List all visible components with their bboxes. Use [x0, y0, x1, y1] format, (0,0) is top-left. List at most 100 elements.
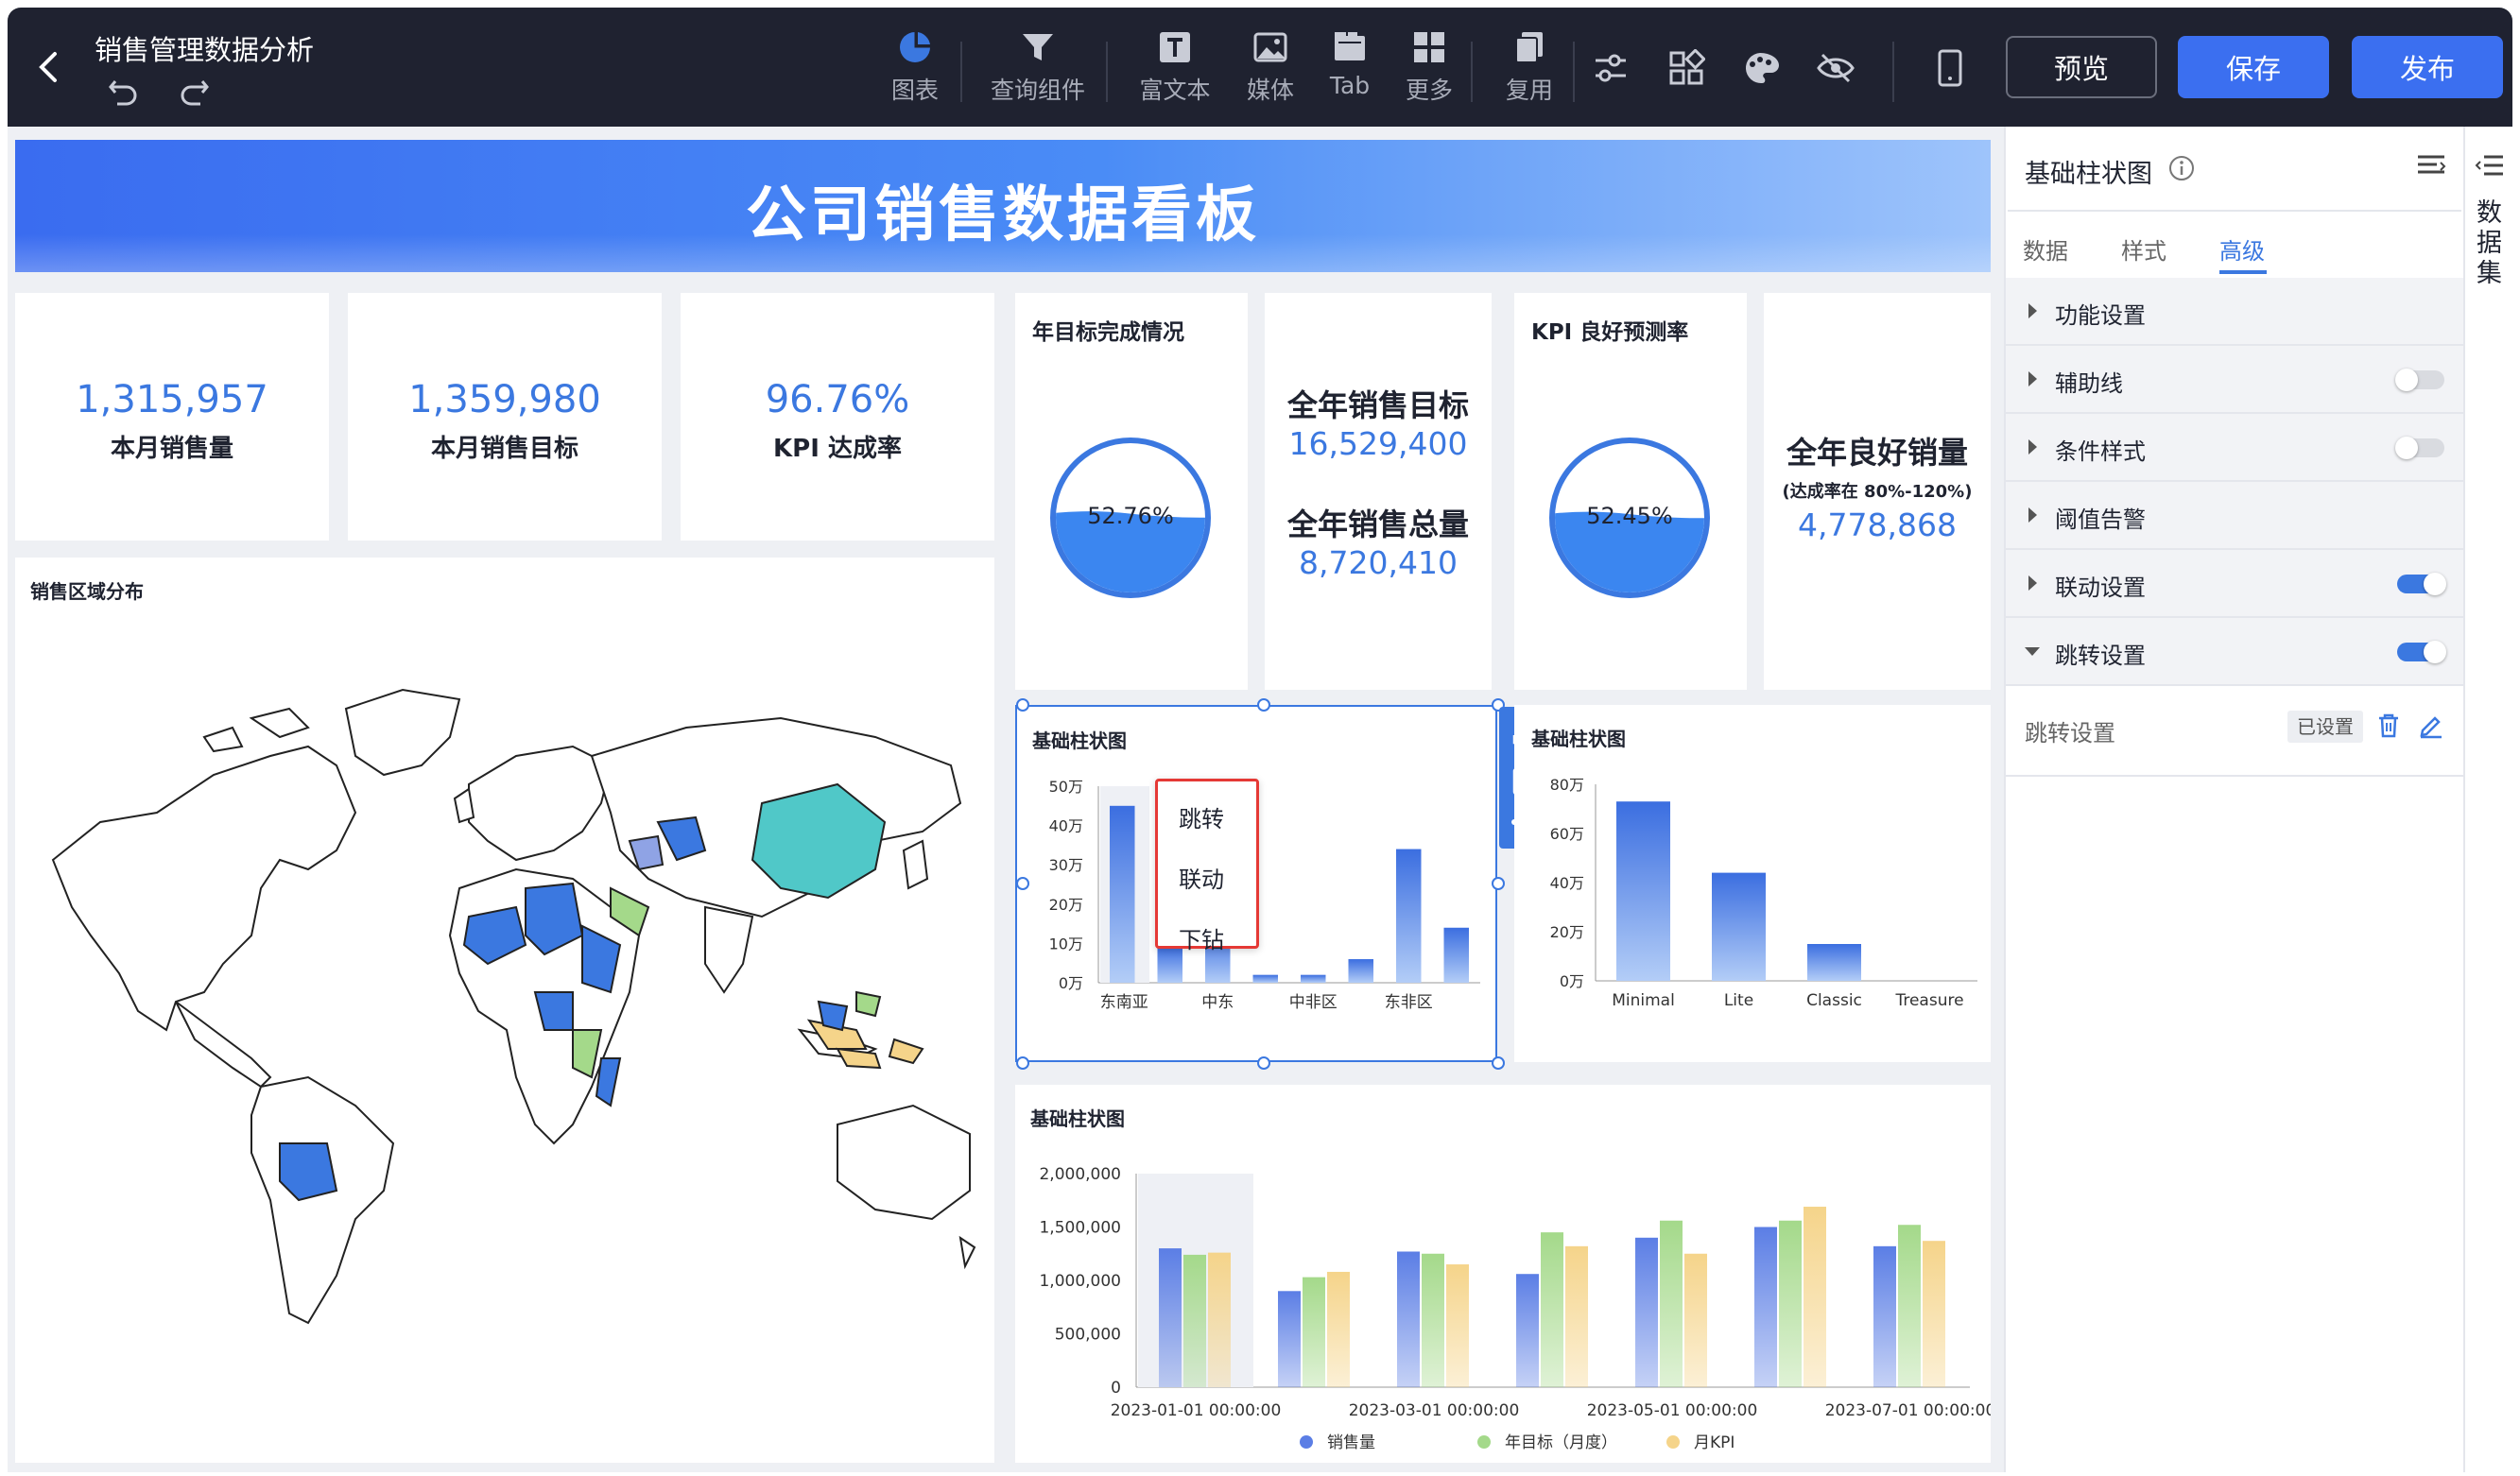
toolbar-chart[interactable]: 图表	[877, 28, 953, 113]
legend-marker	[1300, 1435, 1313, 1449]
resize-handle[interactable]	[1016, 698, 1029, 712]
kpi-label: KPI 达成率	[773, 435, 902, 463]
tab-advanced[interactable]: 高级	[2219, 232, 2265, 266]
publish-button[interactable]: 发布	[2352, 36, 2503, 98]
toolbar-richtext[interactable]: 富文本	[1132, 28, 1217, 113]
menu-item-link[interactable]: 联动	[1179, 861, 1224, 894]
bar-chart-monthly-card[interactable]: 基础柱状图 0 500,000 1,000,000 1,500,000 2,000,00…	[1015, 1085, 1991, 1463]
y-tick-label: 0	[1111, 1379, 1121, 1398]
save-button[interactable]: 保存	[2178, 36, 2329, 98]
y-tick-label: 500,000	[1055, 1326, 1121, 1345]
y-tick-label: 20万	[1049, 896, 1083, 914]
gauge-card-target[interactable]: 年目标完成情况 52.76%	[1015, 293, 1248, 690]
resize-handle[interactable]	[1257, 1056, 1270, 1070]
section-label: 跳转设置	[2055, 643, 2146, 669]
section-threshold-alert[interactable]: 阈值告警	[2006, 482, 2463, 550]
collapse-panel-icon[interactable]	[2416, 153, 2446, 183]
toolbar-tab-label: Tab	[1329, 72, 1371, 99]
bar	[1660, 1220, 1683, 1387]
tab-style[interactable]: 样式	[2121, 232, 2166, 266]
resize-handle[interactable]	[1257, 698, 1270, 712]
redo-icon[interactable]	[178, 76, 210, 110]
bar	[1327, 1271, 1350, 1387]
toggle-jump[interactable]	[2397, 641, 2446, 663]
jump-settings-label: 跳转设置	[2025, 720, 2115, 747]
back-icon[interactable]	[36, 51, 60, 87]
menu-item-jump[interactable]: 跳转	[1179, 800, 1224, 833]
toggle-linkage[interactable]	[2397, 573, 2446, 595]
dataset-rail[interactable]: 数据集	[2463, 127, 2512, 1472]
edit-pencil-icon[interactable]	[2418, 711, 2444, 743]
x-tick-label: 2023-05-01 00:00:00	[1587, 1401, 1758, 1420]
theme-palette-icon[interactable]	[1741, 49, 1781, 91]
section-label: 条件样式	[2055, 438, 2146, 465]
trash-icon[interactable]	[2376, 712, 2401, 743]
resize-handle[interactable]	[1016, 877, 1029, 890]
bar	[1278, 1291, 1301, 1387]
toolbar-query[interactable]: 查询组件	[981, 28, 1095, 113]
layout-icon[interactable]	[1667, 48, 1706, 91]
kpi-card-target[interactable]: 1,359,980 本月销售目标	[348, 293, 662, 541]
section-auxiliary-line[interactable]: 辅助线	[2006, 346, 2463, 414]
resize-handle[interactable]	[1016, 1056, 1029, 1070]
bar	[1565, 1245, 1588, 1387]
section-jump[interactable]: 跳转设置	[2006, 618, 2463, 686]
dataset-list-icon	[2475, 153, 2505, 181]
resize-handle[interactable]	[1492, 877, 1505, 890]
dataset-label: 数据集	[2477, 198, 2502, 288]
section-function-settings[interactable]: 功能设置	[2006, 278, 2463, 346]
chart-title: 基础柱状图	[1531, 728, 1626, 750]
divider	[1106, 42, 1108, 102]
bar-chart-3[interactable]: 0 500,000 1,000,000 1,500,000 2,000,000 2023-…	[1015, 1132, 1991, 1457]
x-tick-label: Treasure	[1894, 991, 1963, 1007]
bar	[1252, 974, 1278, 983]
world-map[interactable]	[25, 633, 985, 1351]
toggle-conditional-style[interactable]	[2395, 437, 2444, 459]
kpi-card-sales[interactable]: 1,315,957 本月销售量	[15, 293, 329, 541]
section-label: 阈值告警	[2055, 506, 2146, 533]
bar	[1516, 1274, 1539, 1387]
toggle-auxiliary-line[interactable]	[2395, 369, 2444, 391]
toolbar-media-label: 媒体	[1246, 77, 1294, 104]
top-toolbar: 销售管理数据分析 图表 查询组件 富文本 媒体 Tab 更多 复用 预览 保存 …	[8, 8, 2512, 127]
bar	[1635, 1237, 1658, 1387]
good-label: 全年良好销量	[1786, 435, 1968, 471]
hide-eye-icon[interactable]	[1815, 51, 1856, 89]
target-card[interactable]: 全年销售目标 16,529,400 全年销售总量 8,720,410	[1265, 293, 1492, 690]
legend-label: 销售量	[1327, 1433, 1375, 1452]
app-title: 销售管理数据分析	[95, 34, 315, 66]
settings-sliders-icon[interactable]	[1592, 51, 1630, 89]
image-icon	[1253, 32, 1287, 62]
tab-data[interactable]: 数据	[2023, 232, 2068, 266]
divider	[1471, 42, 1473, 102]
preview-button[interactable]: 预览	[2006, 36, 2157, 98]
bar	[1898, 1225, 1921, 1387]
kpi-card-rate[interactable]: 96.76% KPI 达成率	[681, 293, 994, 541]
menu-item-drilldown[interactable]: 下钻	[1179, 921, 1224, 954]
section-label: 联动设置	[2055, 575, 2146, 601]
good-sales-card[interactable]: 全年良好销量 (达成率在 80%-120%) 4,778,868	[1764, 293, 1991, 690]
toolbar-more[interactable]: 更多	[1391, 28, 1467, 113]
y-tick-label: 20万	[1550, 923, 1584, 941]
map-card[interactable]: 销售区域分布	[15, 558, 994, 1463]
target-value: 16,529,400	[1288, 425, 1468, 462]
x-tick-label: 中东	[1201, 993, 1234, 1009]
section-conditional-style[interactable]: 条件样式	[2006, 414, 2463, 482]
toolbar-media[interactable]: 媒体	[1233, 28, 1308, 113]
bar	[1804, 1207, 1826, 1387]
bar-chart-2[interactable]: 0万 20万 40万 60万 80万 Minimal Lite Classic Treasure	[1514, 762, 1991, 1007]
resize-handle[interactable]	[1492, 1056, 1505, 1070]
active-tab-indicator	[2219, 270, 2267, 274]
toolbar-reuse[interactable]: 复用	[1492, 28, 1567, 113]
mobile-icon[interactable]	[1936, 49, 1964, 91]
section-linkage[interactable]: 联动设置	[2006, 550, 2463, 618]
undo-icon[interactable]	[108, 76, 140, 110]
toolbar-tab[interactable]: Tab	[1312, 28, 1388, 113]
x-tick-label: 2023-07-01 00:00:00	[1825, 1401, 1991, 1420]
chevron-right-icon	[2028, 371, 2037, 386]
info-icon[interactable]	[2168, 155, 2195, 185]
bar-chart-product-card[interactable]: 基础柱状图 0万 20万 40万 60万 80万 Minimal Lite Classic Tr…	[1514, 705, 1991, 1062]
toolbar-query-label: 查询组件	[990, 77, 1085, 104]
bar	[1807, 944, 1861, 981]
gauge-card-kpi[interactable]: KPI 良好预测率 52.45%	[1514, 293, 1747, 690]
